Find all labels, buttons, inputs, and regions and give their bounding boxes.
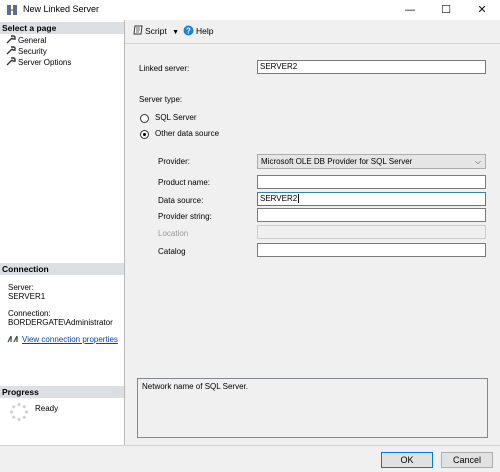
chevron-down-icon: ⌵ [474, 157, 481, 166]
view-connection-properties[interactable]: View connection properties [7, 334, 118, 345]
radio-selected-dot [143, 133, 146, 136]
page-item-label: General [18, 36, 47, 45]
cancel-button[interactable]: Cancel [441, 452, 493, 468]
connection-value: BORDERGATE\Administrator [8, 318, 113, 327]
provider-selected-value: Microsoft OLE DB Provider for SQL Server [261, 157, 413, 166]
wrench-icon [6, 57, 16, 66]
catalog-label: Catalog [158, 247, 186, 256]
select-page-header: Select a page [0, 22, 124, 34]
server-value: SERVER1 [8, 292, 46, 301]
close-button[interactable]: ✕ [464, 0, 500, 20]
button-bar: OK Cancel [0, 445, 500, 472]
maximize-button[interactable]: ☐ [428, 0, 464, 20]
window-title: New Linked Server [23, 4, 100, 14]
wrench-icon [6, 35, 16, 44]
sql-server-option-label[interactable]: SQL Server [155, 113, 197, 123]
connection-properties-icon [7, 335, 18, 343]
provider-select[interactable]: Microsoft OLE DB Provider for SQL Server… [257, 154, 486, 169]
dropdown-arrow-icon[interactable]: ▼ [172, 29, 179, 36]
catalog-input[interactable] [257, 243, 486, 257]
toolbar: Script ▼ ? Help [125, 20, 500, 44]
data-source-label: Data source: [158, 196, 204, 205]
script-label: Script [145, 26, 167, 36]
linked-server-label: Linked server: [139, 64, 190, 73]
progress-status: Ready [35, 404, 59, 413]
provider-string-label: Provider string: [158, 212, 212, 221]
server-type-label: Server type: [139, 95, 183, 104]
sql-server-radio[interactable] [140, 114, 149, 123]
help-label: Help [196, 26, 214, 36]
location-label: Location [158, 229, 189, 238]
other-data-source-option-label[interactable]: Other data source [155, 129, 219, 139]
location-input [257, 225, 486, 239]
data-source-value: SERVER2 [260, 194, 298, 203]
data-source-input[interactable]: SERVER2 [257, 192, 486, 206]
svg-text:?: ? [186, 27, 191, 36]
page-item-security[interactable]: Security [6, 46, 47, 56]
provider-string-input[interactable] [257, 208, 486, 222]
product-name-input[interactable] [257, 175, 486, 189]
title-bar: New Linked Server — ☐ ✕ [0, 0, 500, 20]
provider-label: Provider: [158, 157, 191, 166]
help-button[interactable]: ? Help [183, 25, 213, 37]
page-item-server-options[interactable]: Server Options [6, 57, 71, 67]
progress-header: Progress [0, 386, 124, 398]
script-icon [133, 25, 143, 35]
page-item-general[interactable]: General [6, 35, 46, 45]
page-item-label: Security [18, 47, 47, 56]
text-cursor [298, 194, 300, 203]
other-data-source-radio[interactable] [140, 130, 149, 139]
view-connection-properties-link[interactable]: View connection properties [22, 335, 118, 344]
wrench-icon [6, 46, 16, 55]
help-icon: ? [183, 25, 194, 36]
script-button[interactable]: Script ▼ [133, 25, 179, 39]
main-pane: Script ▼ ? Help Linked server: SERVER2 S… [125, 20, 500, 445]
ok-button[interactable]: OK [381, 452, 433, 468]
product-name-label: Product name: [158, 178, 211, 187]
linked-server-input[interactable]: SERVER2 [257, 60, 486, 74]
linked-server-app-icon [7, 5, 17, 15]
description-box: Network name of SQL Server. [137, 378, 488, 438]
minimize-button[interactable]: — [392, 0, 428, 20]
left-pane: Select a page General Security Server Op… [0, 20, 125, 445]
connection-header: Connection [0, 263, 124, 275]
progress-spinner-icon [9, 402, 29, 422]
page-item-label: Server Options [18, 58, 72, 67]
